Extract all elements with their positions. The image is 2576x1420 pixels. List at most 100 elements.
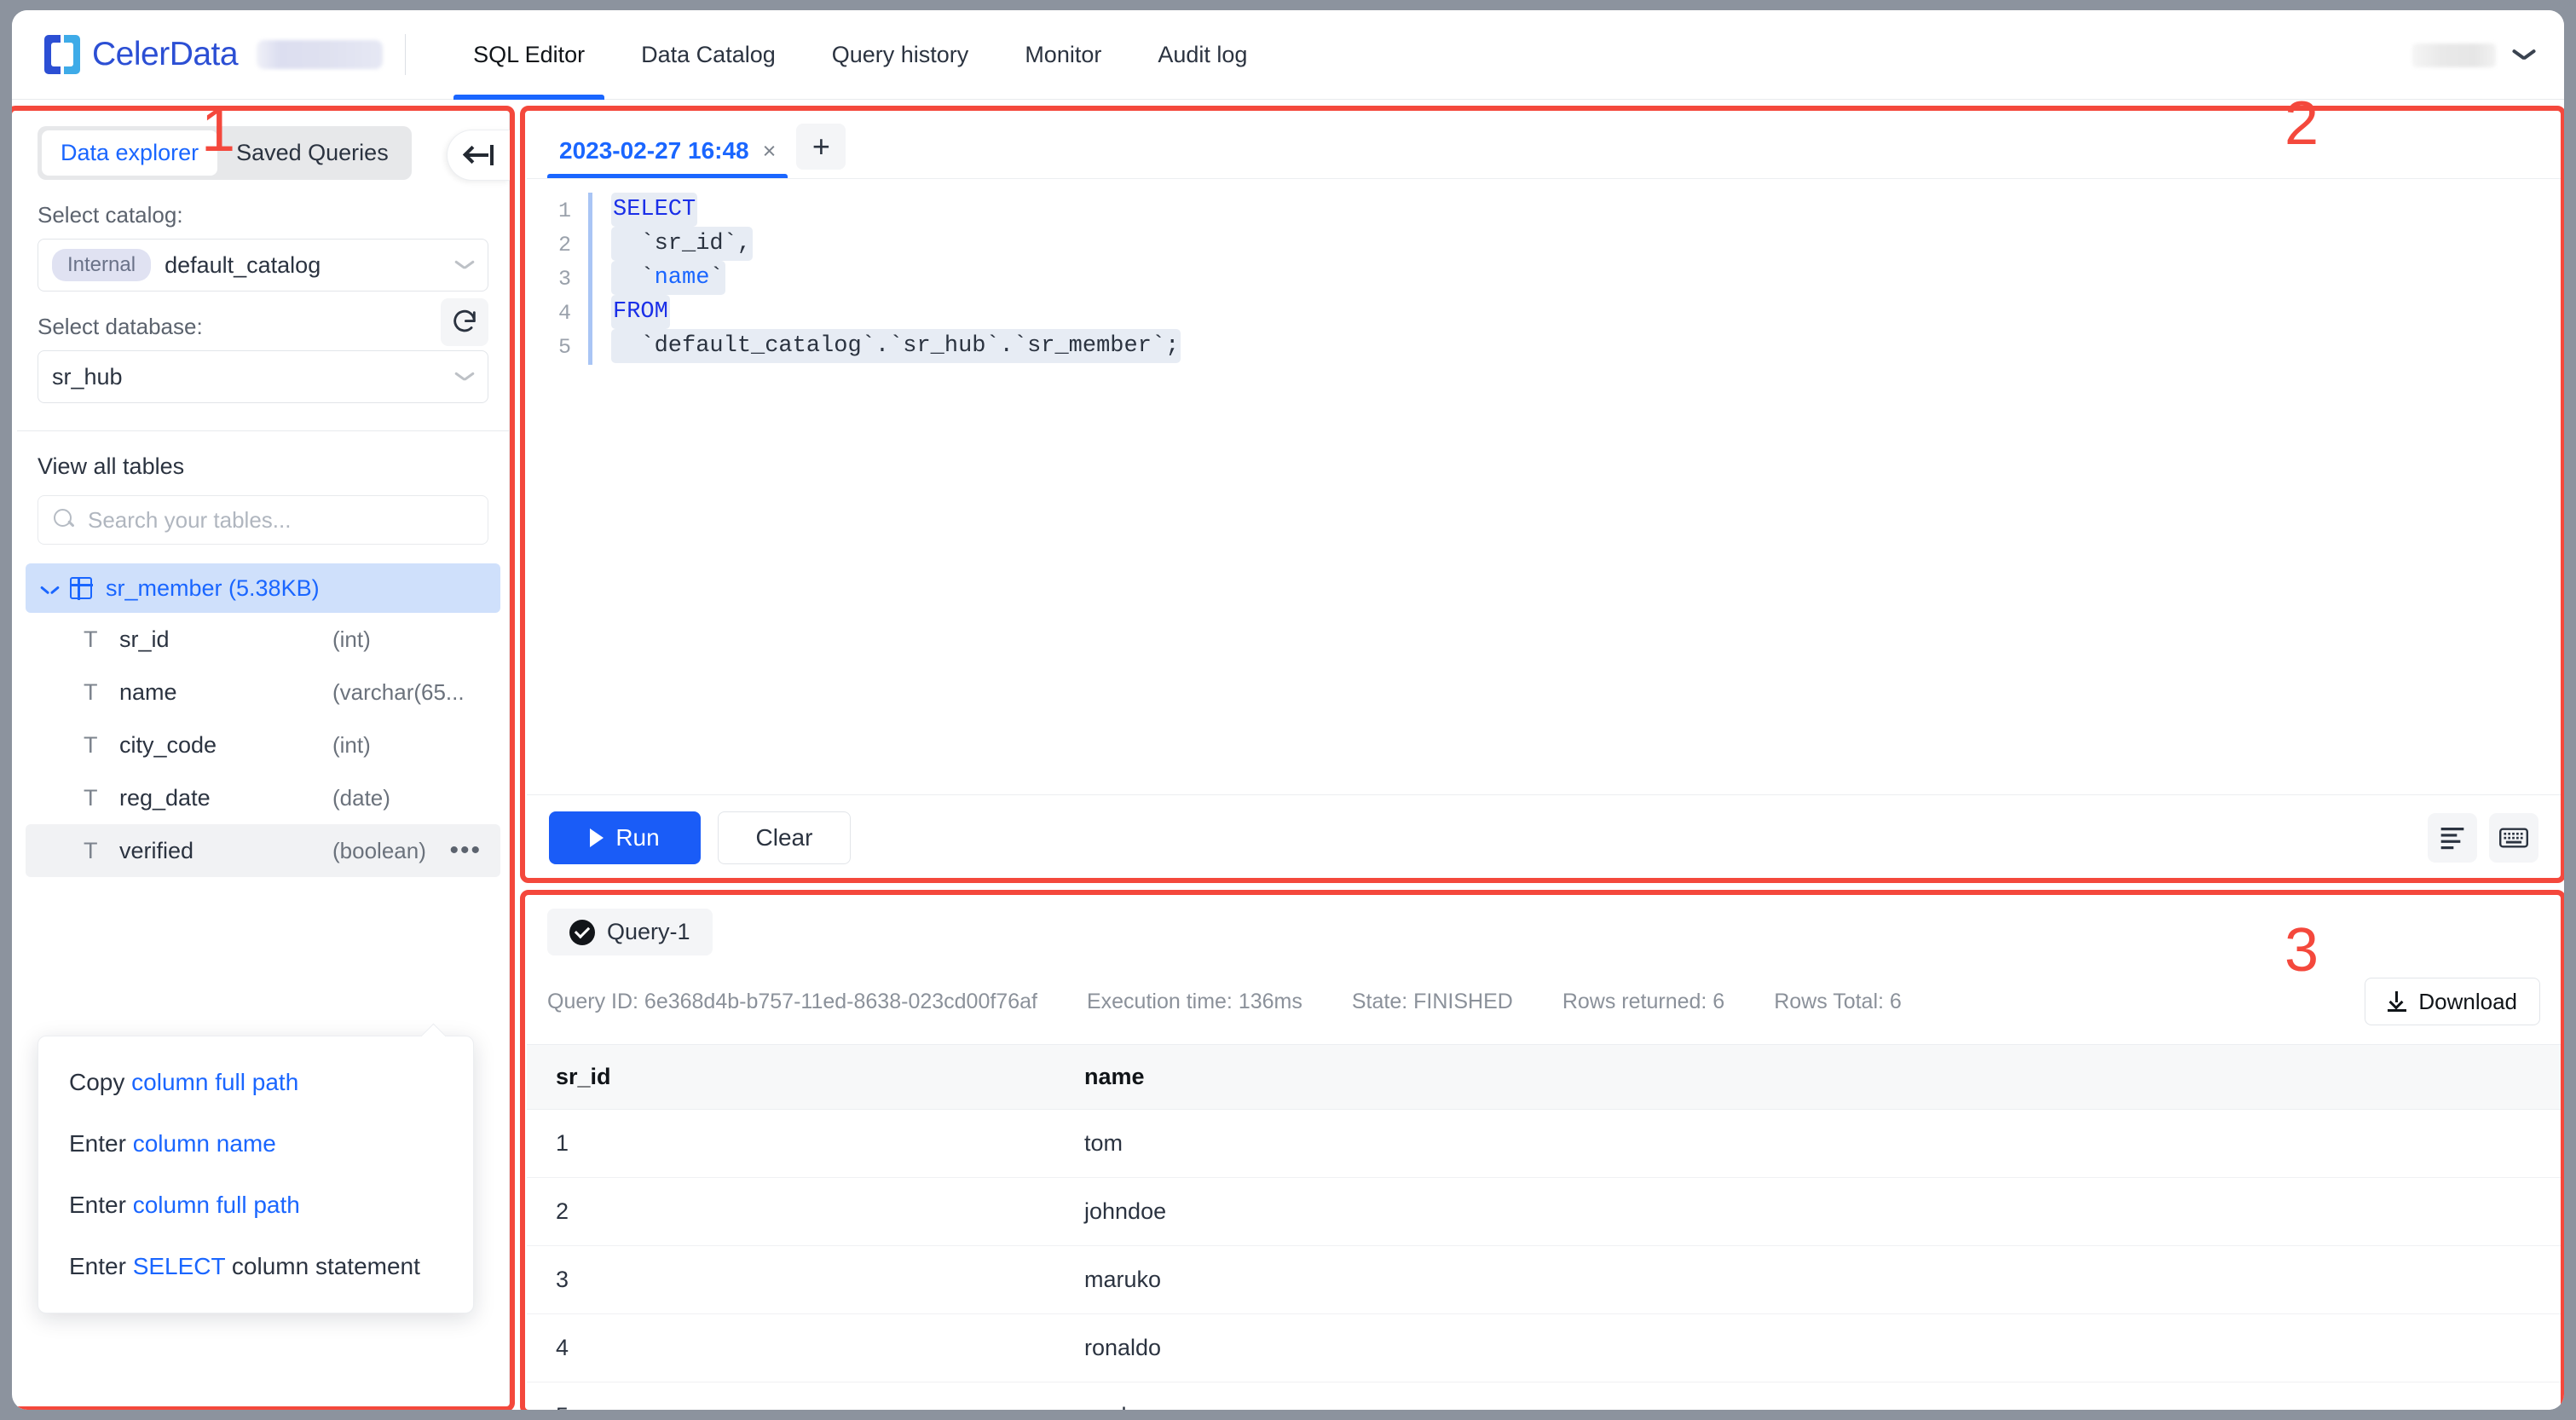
table-header-sr-id[interactable]: sr_id bbox=[527, 1044, 1055, 1110]
cell-sr-id: 3 bbox=[527, 1245, 1055, 1314]
state-text: State: FINISHED bbox=[1351, 989, 1513, 1013]
table-icon bbox=[69, 576, 93, 600]
ctx-link: column name bbox=[132, 1130, 276, 1157]
chevron-down-icon[interactable] bbox=[41, 579, 60, 597]
query-results-panel: Query-1 Query ID: 6e368d4b-b757-11ed-863… bbox=[527, 895, 2561, 1410]
cell-name: ronaldo bbox=[1055, 1313, 2561, 1382]
code-line: `sr_id`, bbox=[611, 227, 754, 261]
chevron-down-icon bbox=[455, 260, 474, 270]
ctx-enter-column-full-path[interactable]: Enter column full path bbox=[38, 1175, 473, 1236]
tree-column-verified[interactable]: T verified (boolean) ••• bbox=[26, 824, 500, 877]
header-user-area[interactable] bbox=[2412, 10, 2535, 100]
refresh-button[interactable] bbox=[441, 298, 488, 346]
column-name: city_code bbox=[119, 731, 217, 758]
editor-tab-active[interactable]: 2023-02-27 16:48 × bbox=[547, 137, 788, 178]
sidebar-tab-data-explorer[interactable]: Data explorer bbox=[42, 130, 218, 176]
table-search-box[interactable] bbox=[38, 495, 488, 545]
line-number: 1 bbox=[557, 199, 571, 223]
column-type: (boolean) bbox=[332, 837, 426, 863]
column-name: name bbox=[119, 678, 177, 705]
results-tab-query-1[interactable]: Query-1 bbox=[547, 909, 713, 955]
code-line: `name` bbox=[611, 261, 725, 295]
table-row[interactable]: 4 ronaldo bbox=[527, 1313, 2561, 1382]
table-row[interactable]: 5 pavlov bbox=[527, 1382, 2561, 1410]
column-type-icon: T bbox=[84, 837, 98, 863]
refresh-icon bbox=[453, 309, 476, 332]
column-type: (date) bbox=[332, 784, 390, 811]
chevron-down-icon[interactable] bbox=[2513, 49, 2535, 61]
line-number-gutter: 1 2 3 4 5 bbox=[527, 193, 571, 365]
sidebar-tab-saved-queries[interactable]: Saved Queries bbox=[217, 130, 407, 176]
catalog-internal-tag: Internal bbox=[52, 249, 152, 281]
column-name: verified bbox=[119, 837, 194, 863]
tab-sql-editor[interactable]: SQL Editor bbox=[445, 10, 613, 100]
sql-text: `sr_id`, bbox=[613, 231, 752, 257]
sql-keyword: FROM bbox=[613, 299, 668, 325]
tab-query-history[interactable]: Query history bbox=[804, 10, 997, 100]
sql-code-text[interactable]: SELECT `sr_id`, `name` FROM `default_cat… bbox=[588, 193, 2561, 365]
collapse-sidebar-button[interactable] bbox=[447, 130, 510, 181]
line-number: 2 bbox=[557, 233, 571, 257]
catalog-select[interactable]: Internal default_catalog bbox=[38, 239, 488, 292]
cell-sr-id: 5 bbox=[527, 1382, 1055, 1410]
line-number: 5 bbox=[557, 335, 571, 360]
tree-node-sr-member[interactable]: sr_member (5.38KB) bbox=[26, 563, 500, 613]
ctx-enter-column-name[interactable]: Enter column name bbox=[38, 1113, 473, 1175]
format-lines-icon bbox=[2440, 827, 2464, 849]
table-row[interactable]: 2 johndoe bbox=[527, 1177, 2561, 1246]
ctx-link: SELECT bbox=[132, 1253, 226, 1279]
ctx-enter-select-column-statement[interactable]: Enter SELECT column statement bbox=[38, 1236, 473, 1297]
column-name: sr_id bbox=[119, 626, 170, 652]
tab-data-catalog[interactable]: Data Catalog bbox=[613, 10, 804, 100]
table-row[interactable]: 3 maruko bbox=[527, 1245, 2561, 1314]
tab-monitor[interactable]: Monitor bbox=[996, 10, 1129, 100]
download-button[interactable]: Download bbox=[2365, 978, 2540, 1025]
ctx-prefix: Copy bbox=[69, 1069, 132, 1095]
clear-button[interactable]: Clear bbox=[718, 811, 851, 864]
tree-column-reg-date[interactable]: T reg_date (date) bbox=[26, 771, 500, 824]
column-type-icon: T bbox=[84, 731, 98, 758]
close-icon[interactable]: × bbox=[763, 139, 777, 163]
catalog-value: default_catalog bbox=[165, 251, 321, 278]
select-catalog-label: Select catalog: bbox=[38, 202, 183, 228]
cell-sr-id: 4 bbox=[527, 1313, 1055, 1382]
add-tab-button[interactable]: + bbox=[796, 124, 846, 170]
search-icon bbox=[54, 509, 76, 531]
table-header-name[interactable]: name bbox=[1055, 1044, 2561, 1110]
view-all-tables-link[interactable]: View all tables bbox=[17, 431, 509, 495]
keyboard-shortcuts-button[interactable] bbox=[2489, 812, 2538, 863]
sql-code-area[interactable]: 1 2 3 4 5 SELECT `sr_id`, `name` FROM `d… bbox=[527, 179, 2561, 810]
table-tree: sr_member (5.38KB) T sr_id (int) T name … bbox=[17, 563, 509, 877]
code-line: FROM bbox=[611, 295, 670, 329]
tree-column-city-code[interactable]: T city_code (int) bbox=[26, 719, 500, 771]
line-number: 3 bbox=[557, 267, 571, 292]
editor-tab-label: 2023-02-27 16:48 bbox=[559, 137, 749, 164]
cell-name: maruko bbox=[1055, 1245, 2561, 1314]
keyboard-icon bbox=[2499, 827, 2528, 848]
editor-tabbar: 2023-02-27 16:48 × + bbox=[527, 113, 2561, 179]
play-icon bbox=[590, 828, 604, 847]
column-type: (int) bbox=[332, 626, 371, 652]
database-value: sr_hub bbox=[52, 363, 123, 390]
sql-text: `default_catalog`.`sr_hub`.`sr_member`; bbox=[613, 333, 1180, 359]
cell-sr-id: 1 bbox=[527, 1109, 1055, 1178]
celerdata-logo-icon bbox=[44, 35, 80, 74]
brand-logo[interactable]: CelerData bbox=[12, 35, 384, 74]
code-line: `default_catalog`.`sr_hub`.`sr_member`; bbox=[611, 329, 1181, 363]
table-row[interactable]: 1 tom bbox=[527, 1109, 2561, 1178]
search-tables-input[interactable] bbox=[88, 506, 472, 534]
column-more-options-icon[interactable]: ••• bbox=[449, 836, 485, 865]
database-select[interactable]: sr_hub bbox=[38, 350, 488, 403]
format-lines-button[interactable] bbox=[2428, 812, 2477, 863]
run-button[interactable]: Run bbox=[549, 811, 701, 864]
tree-column-name[interactable]: T name (varchar(65... bbox=[26, 666, 500, 719]
tab-audit-log[interactable]: Audit log bbox=[1129, 10, 1275, 100]
column-name: reg_date bbox=[119, 784, 211, 811]
column-type-icon: T bbox=[84, 784, 98, 811]
ctx-copy-column-full-path[interactable]: Copy column full path bbox=[38, 1052, 473, 1113]
sql-identifier: name bbox=[654, 265, 710, 291]
check-circle-icon bbox=[569, 919, 595, 945]
tree-column-sr-id[interactable]: T sr_id (int) bbox=[26, 613, 500, 666]
table-header-row: sr_id name bbox=[527, 1044, 2561, 1110]
cell-name: johndoe bbox=[1055, 1177, 2561, 1246]
